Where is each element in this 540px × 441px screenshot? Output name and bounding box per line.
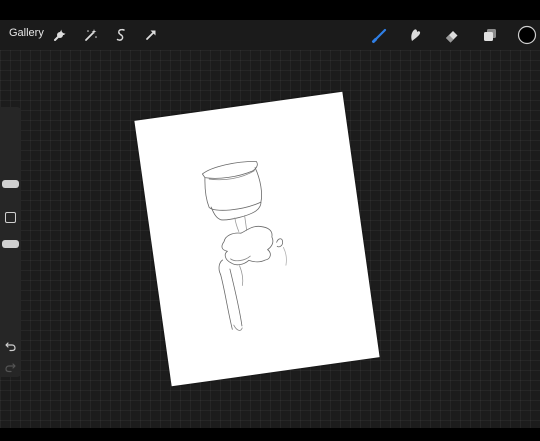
eraser-icon[interactable] xyxy=(443,26,461,44)
procreate-app: Gallery xyxy=(0,0,540,441)
bottom-bar xyxy=(0,428,540,441)
magic-wand-icon[interactable] xyxy=(82,26,100,44)
brush-size-slider[interactable] xyxy=(0,111,21,201)
color-swatch-icon[interactable] xyxy=(517,25,537,45)
square-modify-icon[interactable] xyxy=(5,212,16,223)
top-toolbar: Gallery xyxy=(0,20,540,50)
selection-icon[interactable] xyxy=(112,26,130,44)
brush-size-thumb[interactable] xyxy=(2,180,19,188)
drawing-paper[interactable] xyxy=(134,91,380,387)
smudge-icon[interactable] xyxy=(406,26,424,44)
wrench-icon[interactable] xyxy=(51,26,69,44)
opacity-slider[interactable] xyxy=(0,227,21,332)
status-bar xyxy=(0,0,540,20)
brush-icon[interactable] xyxy=(371,26,389,44)
side-panel xyxy=(0,107,21,377)
layers-icon[interactable] xyxy=(481,26,499,44)
transform-arrow-icon[interactable] xyxy=(142,26,160,44)
redo-icon[interactable] xyxy=(4,360,17,373)
gallery-button[interactable]: Gallery xyxy=(9,27,44,39)
undo-icon[interactable] xyxy=(4,339,17,352)
opacity-thumb[interactable] xyxy=(2,240,19,248)
pencil-sketch xyxy=(202,160,287,331)
